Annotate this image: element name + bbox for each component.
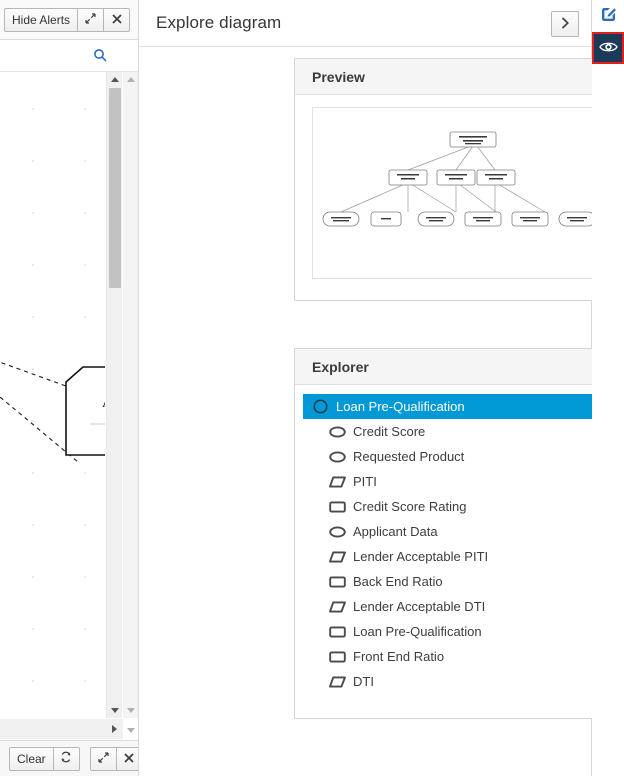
left-panel-bottom-toolbar: Clear — [0, 740, 138, 776]
rectangle-icon — [328, 649, 347, 665]
close-panel-bottom-button[interactable] — [115, 746, 138, 771]
triangle-down-icon — [110, 708, 119, 713]
canvas-vertical-scrollbar[interactable] — [106, 72, 122, 718]
hide-alerts-button[interactable]: Hide Alerts — [4, 7, 79, 32]
app-root: Hide Alerts Clear Explore diagram Previe… — [0, 0, 624, 776]
clear-button[interactable]: Clear — [9, 746, 54, 771]
triangle-down-icon — [127, 708, 135, 713]
canvas-scroll-down-button[interactable] — [107, 703, 122, 718]
explorer-item-label: Credit Score — [353, 424, 426, 439]
explorer-item-label: Back End Ratio — [353, 574, 443, 589]
close-x-icon — [124, 752, 134, 765]
diagram-canvas[interactable]: Le Acc — [0, 72, 105, 718]
panel-scroll-down-corner-button[interactable] — [123, 722, 138, 738]
parallelogram-icon — [328, 549, 347, 565]
canvas-scroll-right-button[interactable] — [107, 719, 121, 739]
triangle-down-icon — [127, 727, 135, 733]
diagram-thumbnail[interactable] — [312, 107, 624, 279]
explorer-item[interactable]: PITI — [295, 469, 624, 494]
edit-pencil-icon — [600, 6, 617, 26]
explorer-item-label: DTI — [353, 674, 374, 689]
bottom-toolbar-button-group: Clear — [9, 746, 80, 771]
left-toolbar-button-group: Hide Alerts — [4, 7, 131, 32]
preview-card-body — [295, 95, 624, 301]
close-x-icon — [111, 13, 122, 26]
ellipse-icon — [328, 424, 347, 440]
explorer-item[interactable]: Loan Pre-Qualification — [295, 619, 624, 644]
preview-card: Preview — [294, 58, 624, 301]
explorer-item[interactable]: Front End Ratio — [295, 644, 624, 669]
left-panel: Hide Alerts Clear — [0, 0, 139, 776]
main-header: Explore diagram — [139, 0, 591, 47]
triangle-up-icon — [127, 77, 135, 82]
chevron-right-icon — [561, 17, 570, 32]
parallelogram-icon — [328, 674, 347, 690]
explorer-item[interactable]: Credit Score Rating — [295, 494, 624, 519]
main-panel: Explore diagram Preview Explorer Loan Pr… — [139, 0, 624, 776]
expand-arrows-icon — [85, 12, 96, 26]
explorer-item[interactable]: Lender Acceptable DTI — [295, 594, 624, 619]
explorer-item[interactable]: DTI — [295, 669, 624, 694]
right-rail — [592, 0, 624, 776]
rectangle-icon — [328, 624, 347, 640]
expand-panel-bottom-button[interactable] — [89, 746, 117, 771]
canvas-scrollbar-thumb[interactable] — [109, 88, 121, 288]
refresh-button[interactable] — [52, 746, 80, 771]
circle-icon — [311, 399, 330, 415]
explorer-item-label: Credit Score Rating — [353, 499, 467, 514]
left-panel-toolbar: Hide Alerts — [0, 0, 138, 40]
rectangle-icon — [328, 499, 347, 515]
diagram-node-label-line1: Le — [72, 382, 105, 396]
panel-scroll-up-button[interactable] — [123, 72, 138, 87]
parallelogram-icon — [328, 474, 347, 490]
rectangle-icon — [328, 574, 347, 590]
explorer-item[interactable]: Requested Product — [295, 444, 624, 469]
eye-icon — [598, 40, 618, 57]
view-diagram-button[interactable] — [592, 32, 624, 64]
close-panel-button[interactable] — [103, 7, 131, 32]
triangle-right-icon — [111, 725, 117, 733]
explorer-item-label: Lender Acceptable PITI — [353, 549, 489, 564]
expand-arrows-icon — [98, 751, 109, 765]
explorer-item[interactable]: Back End Ratio — [295, 569, 624, 594]
next-step-button[interactable] — [551, 11, 579, 37]
refresh-icon — [60, 751, 72, 765]
explorer-item-label: Applicant Data — [353, 524, 438, 539]
edit-diagram-button[interactable] — [592, 0, 624, 32]
explorer-card: Explorer Loan Pre-Qualification Credit Sc… — [294, 348, 624, 719]
explorer-tree[interactable]: Loan Pre-Qualification Credit Score Reques… — [295, 385, 624, 694]
bottom-toolbar-window-controls — [89, 746, 138, 771]
canvas-horizontal-scrollbar[interactable] — [0, 719, 123, 739]
explorer-item[interactable]: Applicant Data — [295, 519, 624, 544]
explorer-item-label: Requested Product — [353, 449, 465, 464]
explorer-item-label: Loan Pre-Qualification — [353, 624, 482, 639]
search-icon — [93, 48, 107, 65]
diagram-node-label: Le Acc — [72, 382, 105, 410]
page-title: Explore diagram — [156, 13, 282, 32]
explorer-item-label: Loan Pre-Qualification — [336, 399, 465, 414]
explorer-item[interactable]: Lender Acceptable PITI — [295, 544, 624, 569]
explorer-item-label: Lender Acceptable DTI — [353, 599, 486, 614]
explorer-item-label: PITI — [353, 474, 377, 489]
panel-vertical-scrollbar[interactable] — [123, 72, 138, 718]
explorer-item-label: Front End Ratio — [353, 649, 445, 664]
diagram-node-label-line2: Acc — [72, 396, 105, 410]
ellipse-icon — [328, 524, 347, 540]
ellipse-icon — [328, 449, 347, 465]
canvas-scroll-up-button[interactable] — [107, 72, 122, 87]
panel-scroll-down-button[interactable] — [123, 703, 138, 718]
search-button[interactable] — [89, 45, 111, 67]
explorer-item[interactable]: Credit Score — [295, 419, 624, 444]
parallelogram-icon — [328, 599, 347, 615]
triangle-up-icon — [110, 77, 119, 82]
explorer-card-title: Explorer — [295, 349, 624, 385]
expand-panel-button[interactable] — [77, 7, 105, 32]
search-row — [0, 40, 138, 72]
explorer-item[interactable]: Loan Pre-Qualification — [303, 394, 624, 419]
preview-card-title: Preview — [295, 59, 624, 95]
